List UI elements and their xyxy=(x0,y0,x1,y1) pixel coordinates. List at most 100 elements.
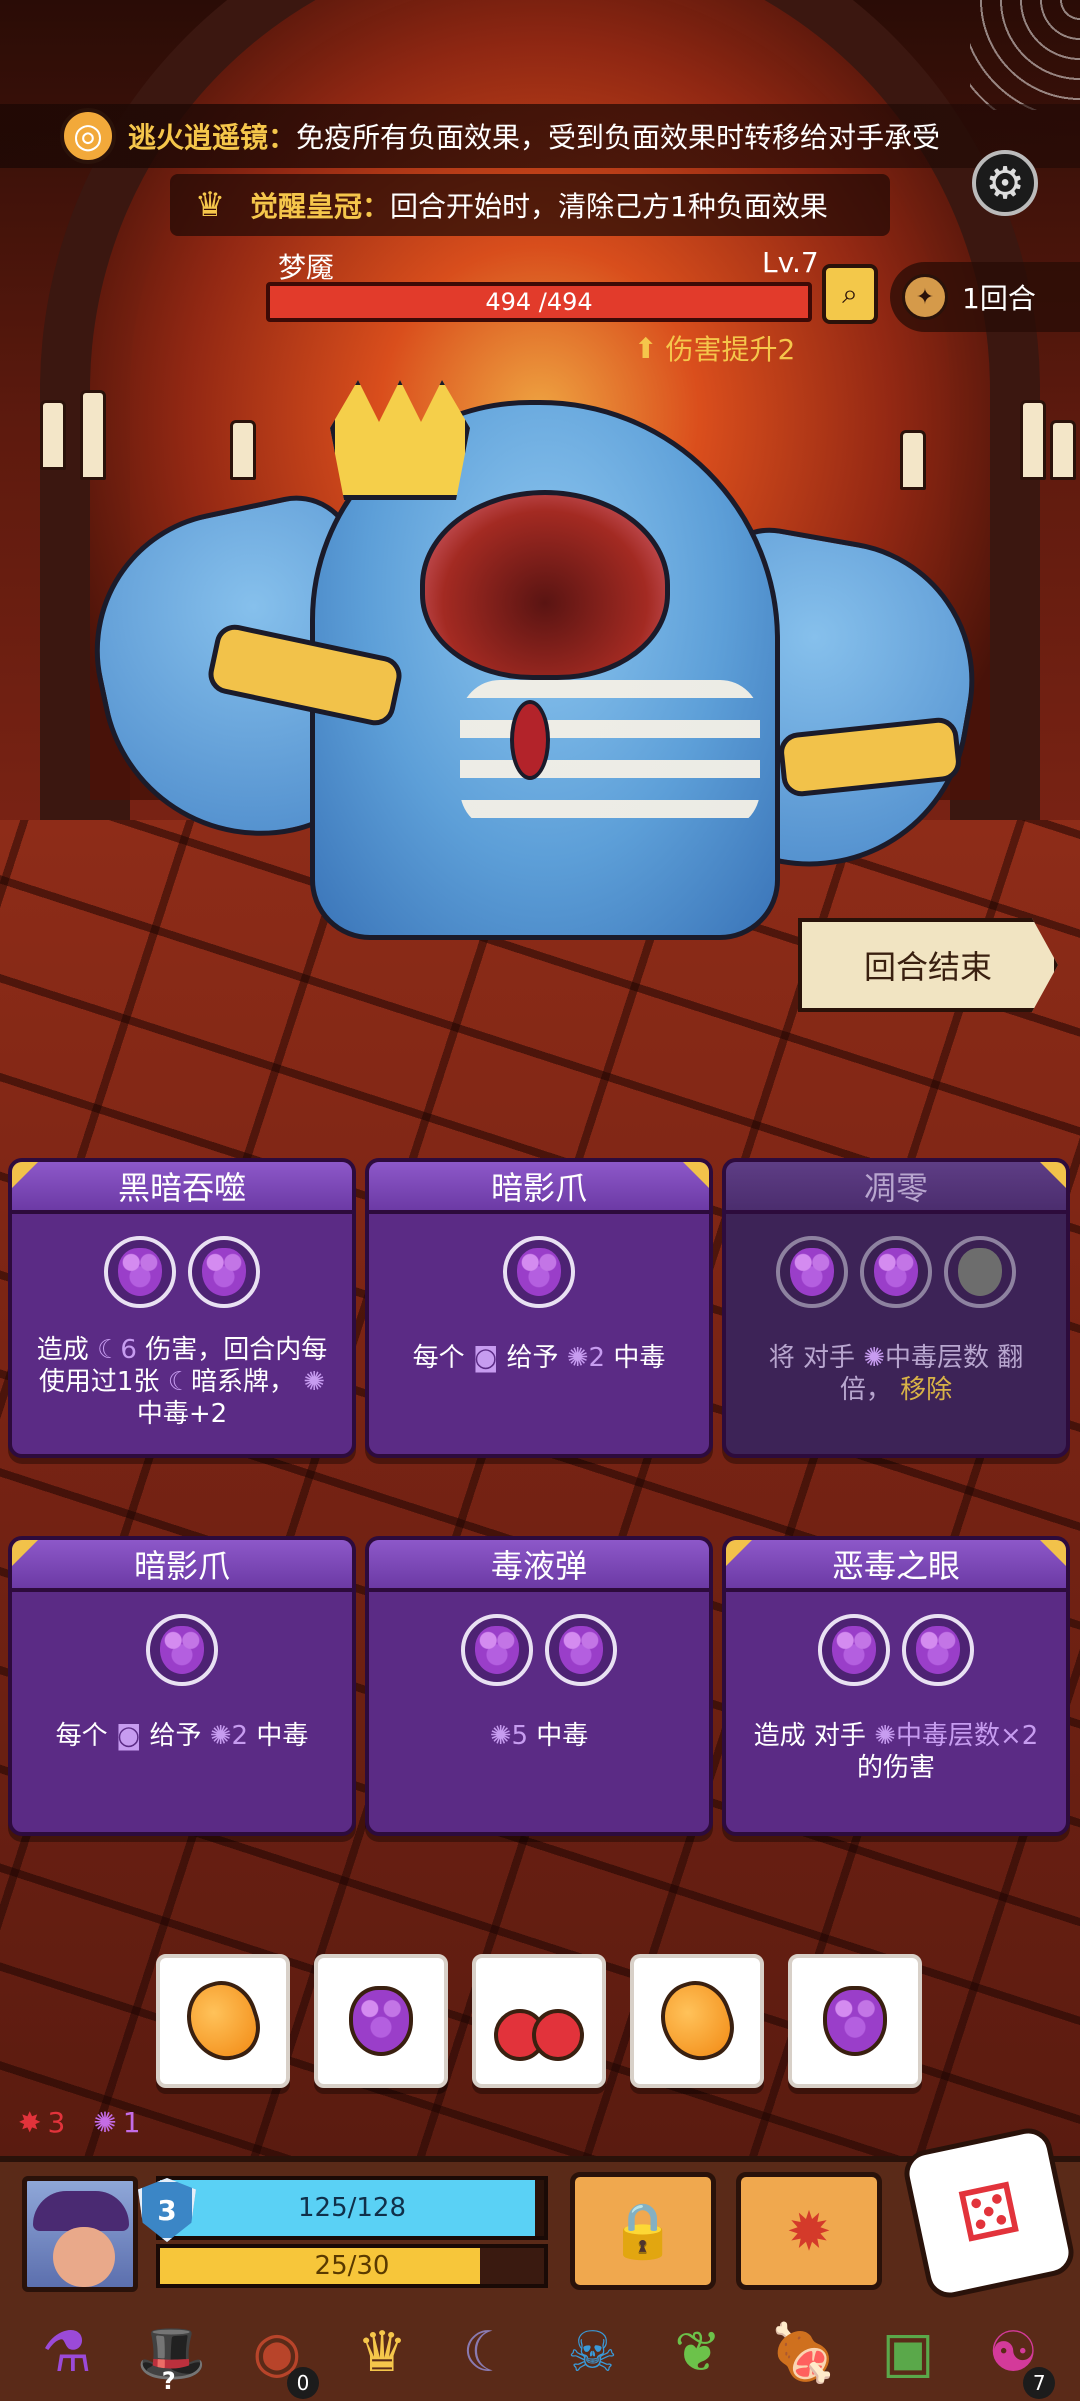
grape-icon xyxy=(517,1248,561,1296)
card-malicious-eye[interactable]: 恶毒之眼 造成 对手 ✺中毒层数×2 的伤害 xyxy=(722,1536,1070,1836)
card-title: 黑暗吞噬 xyxy=(12,1162,352,1214)
grape-icon xyxy=(475,1626,519,1674)
crown-icon: ♛ xyxy=(194,185,226,225)
turn-label: 1回合 xyxy=(962,282,1036,315)
dark-icon: ☾ xyxy=(97,1335,121,1365)
card-wither[interactable]: 凋零 将 对手 ✺中毒层数 翻倍， 移除 xyxy=(722,1158,1070,1458)
player-hp-bar: 125/128 xyxy=(156,2176,548,2240)
dice-icon: ⚄ xyxy=(950,2166,1028,2260)
card-dice-slots xyxy=(726,1236,1066,1308)
explosion-icon: ✹ xyxy=(786,2199,832,2263)
grape-icon xyxy=(202,1248,246,1296)
meat-icon[interactable]: 🍖 xyxy=(759,2311,847,2395)
grape-icon xyxy=(790,1248,834,1296)
fire-icon: ✸ xyxy=(18,2106,42,2139)
card-dark-devour[interactable]: 黑暗吞噬 造成 ☾6 伤害，回合内每使用过1张 ☾暗系牌， ✺中毒+2 xyxy=(8,1158,356,1458)
dice-grape[interactable] xyxy=(788,1954,922,2088)
enemy-hp-text: 494 /494 xyxy=(485,288,593,316)
dice-slot[interactable] xyxy=(188,1236,260,1308)
candle xyxy=(1050,420,1076,480)
mango-icon xyxy=(177,1972,269,2070)
poison-icon: ✺ xyxy=(209,1721,232,1751)
item-count: ? xyxy=(161,2366,176,2395)
enemy-buff-text: 伤害提升2 xyxy=(665,333,796,366)
burn-status[interactable]: ✸ 3 xyxy=(18,2106,65,2139)
card-shadow-claw[interactable]: 暗影爪 每个 ◙ 给予 ✺2 中毒 xyxy=(365,1158,713,1458)
dark-icon: ☾ xyxy=(167,1367,192,1397)
lock-skill-button[interactable]: 🔒 xyxy=(570,2172,716,2290)
player-hp-text: 125/128 xyxy=(297,2193,406,2223)
card-title: 暗影爪 xyxy=(12,1540,352,1592)
dice-slot[interactable] xyxy=(104,1236,176,1308)
cherry-icon xyxy=(494,1981,584,2061)
dice-slot[interactable] xyxy=(860,1236,932,1308)
player-avatar[interactable] xyxy=(22,2176,138,2292)
relic-bar-crown[interactable]: ♛ 觉醒皇冠： 回合开始时，清除己方1种负面效果 xyxy=(170,174,890,236)
poison-icon: ✺ xyxy=(93,2106,117,2139)
dice-cherry[interactable] xyxy=(472,1954,606,2088)
enemy-name: 梦魇 xyxy=(278,251,335,284)
card-dice-slots xyxy=(12,1614,352,1686)
end-turn-label: 回合结束 xyxy=(863,948,992,986)
card-desc: 将 对手 ✺中毒层数 翻倍， 移除 xyxy=(768,1343,1024,1405)
monster-mouth xyxy=(420,490,670,680)
monster-belly-eye xyxy=(510,700,550,780)
dice-slot[interactable] xyxy=(818,1614,890,1686)
relic-bar-mirror[interactable]: ◎ 逃火逍遥镜： 免疫所有负面效果，受到负面效果时转移给对手承受 xyxy=(0,104,1080,168)
relic-desc: 免疫所有负面效果，受到负面效果时转移给对手承受 xyxy=(296,121,941,154)
dice-slot[interactable] xyxy=(146,1614,218,1686)
enemy-hp-bar: 494 /494 xyxy=(266,282,812,322)
card-venom-bullet[interactable]: 毒液弹 ✺5 中毒 xyxy=(365,1536,713,1836)
dice-slot[interactable] xyxy=(503,1236,575,1308)
card-desc: 造成 ☾6 伤害，回合内每使用过1张 ☾暗系牌， ✺中毒+2 xyxy=(36,1335,328,1429)
item-count: 0 xyxy=(286,2366,319,2399)
enemy-monster[interactable] xyxy=(68,360,1000,940)
poison-icon: ✺ xyxy=(566,1343,589,1373)
yinyang-orb-icon[interactable]: ☯ 7 xyxy=(969,2311,1057,2399)
padlock-icon: 🔒 xyxy=(609,2199,677,2262)
dice-slot[interactable] xyxy=(461,1614,533,1686)
player-status-effects: ✸ 3 ✺ 1 xyxy=(18,2106,141,2139)
eye-potion-icon[interactable]: ⚗ xyxy=(23,2311,111,2395)
settings-gear-icon[interactable]: ⚙ xyxy=(972,150,1038,216)
roll-dice-button[interactable]: ⚄ xyxy=(900,2124,1078,2302)
card-title: 暗影爪 xyxy=(369,1162,709,1214)
turn-counter: ✦ 1回合 xyxy=(890,262,1080,332)
moon-stone-icon[interactable]: ☾ xyxy=(443,2311,531,2395)
enemy-buff[interactable]: ⬆ 伤害提升2 xyxy=(634,328,795,368)
leaf-icon[interactable]: ❦ xyxy=(654,2311,742,2395)
mirror-icon: ◎ xyxy=(60,108,116,164)
dice-slot[interactable] xyxy=(776,1236,848,1308)
card-desc: ✺5 中毒 xyxy=(489,1721,589,1751)
monster-ribs xyxy=(460,680,760,830)
card-dice-slots xyxy=(726,1614,1066,1686)
dice-slot[interactable] xyxy=(902,1614,974,1686)
grape-icon xyxy=(118,1248,162,1296)
card-dice-slots xyxy=(369,1614,709,1686)
end-turn-button[interactable]: 回合结束 xyxy=(798,918,1058,1012)
dice-grape[interactable] xyxy=(314,1954,448,2088)
grape-icon xyxy=(832,1626,876,1674)
slime-book-icon[interactable]: ▣ xyxy=(864,2311,952,2395)
poison-status[interactable]: ✺ 1 xyxy=(93,2106,140,2139)
grape-icon xyxy=(559,1626,603,1674)
dark-die-icon: ◙ xyxy=(472,1343,499,1373)
dice-mango[interactable] xyxy=(630,1954,764,2088)
grape-icon xyxy=(916,1626,960,1674)
dice-mango[interactable] xyxy=(156,1954,290,2088)
card-shadow-claw[interactable]: 暗影爪 每个 ◙ 给予 ✺2 中毒 xyxy=(8,1536,356,1836)
card-title: 恶毒之眼 xyxy=(726,1540,1066,1592)
enemy-intent-icon[interactable]: ⌕ xyxy=(822,264,878,324)
card-desc: 造成 对手 ✺中毒层数×2 的伤害 xyxy=(753,1721,1039,1783)
cursed-stone-icon[interactable]: ◉ 0 xyxy=(233,2311,321,2399)
magic-hat-icon[interactable]: 🎩? xyxy=(128,2311,216,2395)
dice-slot[interactable] xyxy=(545,1614,617,1686)
dice-slot[interactable] xyxy=(944,1236,1016,1308)
card-dice-slots xyxy=(369,1236,709,1308)
demon-mask-icon[interactable]: ☠ xyxy=(549,2311,637,2395)
card-desc: 每个 ◙ 给予 ✺2 中毒 xyxy=(412,1343,666,1373)
crown-item-icon[interactable]: ♛ xyxy=(338,2311,426,2395)
explosion-skill-button[interactable]: ✹ xyxy=(736,2172,882,2290)
candle xyxy=(1020,400,1046,480)
card-title: 凋零 xyxy=(726,1162,1066,1214)
